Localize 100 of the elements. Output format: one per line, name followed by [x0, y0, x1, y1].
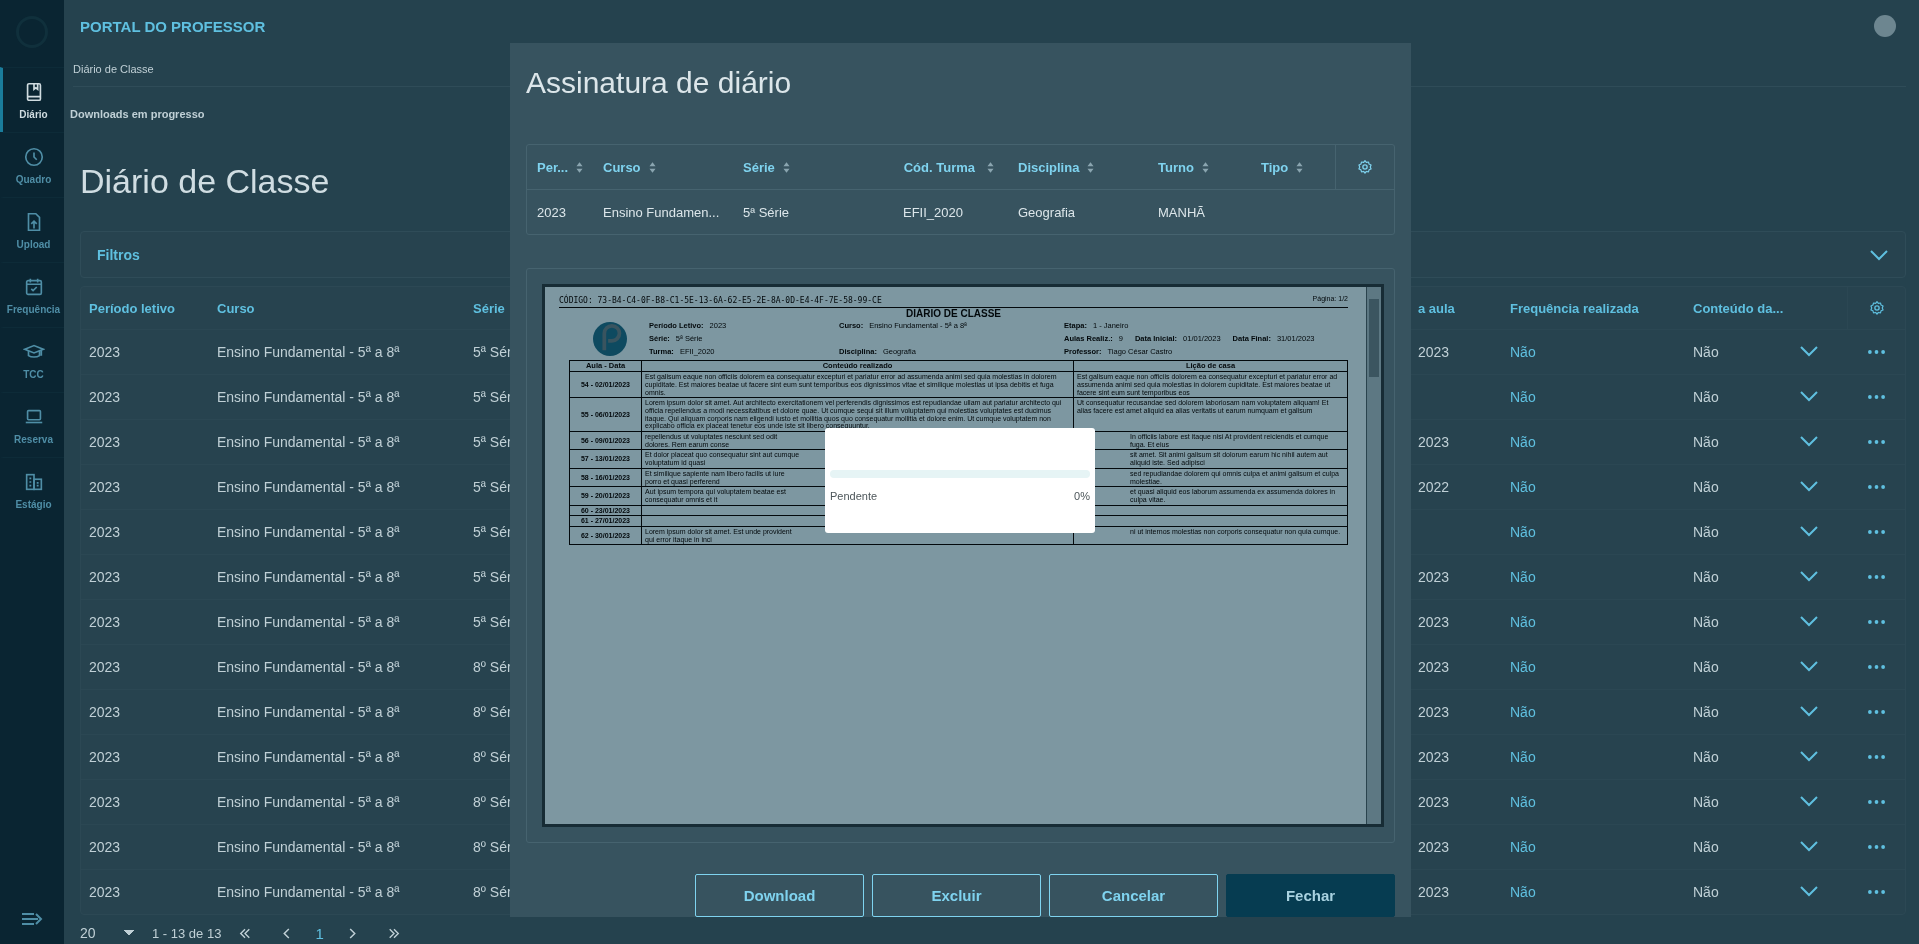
- school-logo: [593, 321, 627, 356]
- sort-icon[interactable]: [1201, 161, 1209, 173]
- table-cell-text: 8º Sér: [473, 884, 513, 900]
- more-options-icon[interactable]: [1867, 350, 1885, 354]
- table-cell-text: Não: [1693, 434, 1720, 450]
- sidebar-item[interactable]: Quadro: [0, 132, 64, 197]
- sidebar-item[interactable]: Diário: [0, 67, 64, 132]
- avatar[interactable]: [1874, 15, 1896, 37]
- column-header[interactable]: Tipo: [1261, 159, 1289, 175]
- next-page-icon[interactable]: [347, 927, 356, 939]
- table-cell-text: Não: [1510, 704, 1537, 720]
- expand-row-icon[interactable]: [1799, 435, 1819, 447]
- more-options-icon[interactable]: [1867, 530, 1885, 534]
- table-cell-text: Ensino Fundamental - 5ª a 8ª: [217, 884, 401, 900]
- page-size-select[interactable]: 20: [80, 921, 134, 944]
- column-header: Período letivo: [89, 300, 176, 316]
- sort-icon[interactable]: [648, 161, 656, 173]
- table-cell-text: 2023: [89, 479, 122, 495]
- more-options-icon[interactable]: [1867, 800, 1885, 804]
- document-code: CÓDIGO: 73-B4-C4-0F-B8-C1-5E-13-6A-62-E5-2E-8A-0D-E4-4F-7E-58-99-CE: [559, 296, 882, 305]
- expand-row-icon[interactable]: [1799, 885, 1819, 897]
- expand-row-icon[interactable]: [1799, 840, 1819, 852]
- sidebar-item[interactable]: Reserva: [0, 392, 64, 457]
- expand-row-icon[interactable]: [1799, 570, 1819, 582]
- table-cell-text: Não: [1693, 659, 1720, 675]
- page-link[interactable]: 1: [309, 923, 330, 943]
- chevron-down-icon[interactable]: [1869, 248, 1889, 261]
- table-cell: 2023: [1418, 659, 1450, 675]
- table-cell-text: Ensino Fundamental - 5ª a 8ª: [217, 659, 401, 675]
- table-cell-text: Não: [1693, 479, 1720, 495]
- last-page-icon[interactable]: [387, 927, 400, 939]
- table-cell-text: Não: [1693, 569, 1720, 585]
- sort-icon[interactable]: [576, 161, 584, 173]
- sidebar-item[interactable]: Estágio: [0, 457, 64, 522]
- sidebar-item[interactable]: Frequência: [0, 262, 64, 327]
- expand-row-icon[interactable]: [1799, 390, 1819, 402]
- expand-row-icon[interactable]: [1799, 750, 1819, 762]
- settings-icon[interactable]: [1357, 159, 1373, 175]
- action-button[interactable]: Excluir: [872, 874, 1041, 917]
- expand-menu-icon[interactable]: [21, 911, 43, 927]
- more-options-icon[interactable]: [1867, 890, 1885, 894]
- expand-row-icon[interactable]: [1799, 345, 1819, 357]
- table-cell-text: Ensino Fundamental - 5ª a 8ª: [217, 704, 401, 720]
- expand-row-icon[interactable]: [1799, 480, 1819, 492]
- first-page-icon[interactable]: [239, 927, 252, 939]
- previous-page-icon[interactable]: [283, 927, 292, 939]
- table-cell: MANHÃ: [1158, 204, 1205, 220]
- filters-title: Filtros: [97, 246, 140, 263]
- more-options-icon[interactable]: [1867, 845, 1885, 849]
- column-header[interactable]: Disciplina: [1018, 159, 1080, 175]
- more-options-icon[interactable]: [1867, 710, 1885, 714]
- expand-row-icon[interactable]: [1799, 705, 1819, 717]
- table-cell-text: Não: [1693, 749, 1720, 765]
- settings-icon[interactable]: [1868, 300, 1885, 316]
- expand-row-icon[interactable]: [1799, 660, 1819, 672]
- more-options-icon[interactable]: [1867, 575, 1885, 579]
- scrollbar[interactable]: [1366, 287, 1381, 824]
- more-options-icon[interactable]: [1867, 395, 1885, 399]
- table-cell-text: Ensino Fundamental - 5ª a 8ª: [217, 569, 401, 585]
- table-cell-text: Não: [1510, 839, 1537, 855]
- column-header[interactable]: Curso: [603, 159, 641, 175]
- table-cell-text: 5ª Sér: [473, 614, 513, 630]
- sidebar-item[interactable]: TCC: [0, 327, 64, 392]
- table-cell-text: 2023: [89, 749, 122, 765]
- table-cell: 2023: [1418, 884, 1450, 900]
- more-options-icon[interactable]: [1867, 665, 1885, 669]
- table-cell-text: Ensino Fundamental - 5ª a 8ª: [217, 434, 401, 450]
- table-cell-text: 2023: [89, 704, 122, 720]
- expand-row-icon[interactable]: [1799, 795, 1819, 807]
- table-cell: 2023: [1418, 704, 1450, 720]
- action-button[interactable]: Cancelar: [1049, 874, 1218, 917]
- column-header[interactable]: Série: [743, 159, 775, 175]
- table-cell: 2023: [1418, 794, 1450, 810]
- sidebar-item[interactable]: Upload: [0, 197, 64, 262]
- caret-icon: [124, 930, 134, 935]
- more-options-icon[interactable]: [1867, 440, 1885, 444]
- action-button[interactable]: Download: [695, 874, 864, 917]
- sort-icon[interactable]: [1087, 161, 1095, 173]
- sort-icon[interactable]: [782, 161, 790, 173]
- clock-icon: [22, 145, 45, 168]
- table-cell: EFII_2020: [903, 204, 963, 220]
- close-button[interactable]: Fechar: [1226, 874, 1395, 917]
- column-header[interactable]: Cód. Turma: [903, 159, 975, 175]
- column-header: Frequência realizada: [1510, 300, 1640, 316]
- expand-row-icon[interactable]: [1799, 615, 1819, 627]
- more-options-icon[interactable]: [1867, 755, 1885, 759]
- sort-icon[interactable]: [1296, 161, 1304, 173]
- more-options-icon[interactable]: [1867, 620, 1885, 624]
- table-cell-text: 2023: [89, 569, 122, 585]
- expand-row-icon[interactable]: [1799, 525, 1819, 537]
- table-cell-text: Não: [1510, 434, 1537, 450]
- column-header: Série: [473, 300, 506, 316]
- page-range: 1 - 13 de 13: [152, 925, 222, 941]
- table-cell-text: 5ª Sér: [473, 389, 513, 405]
- sort-icon[interactable]: [987, 161, 994, 173]
- more-options-icon[interactable]: [1867, 485, 1885, 489]
- column-header[interactable]: Per...: [537, 159, 569, 175]
- column-header[interactable]: Turno: [1158, 159, 1194, 175]
- downloads-link[interactable]: Downloads em progresso: [70, 108, 205, 120]
- breadcrumb: Diário de Classe: [73, 63, 154, 75]
